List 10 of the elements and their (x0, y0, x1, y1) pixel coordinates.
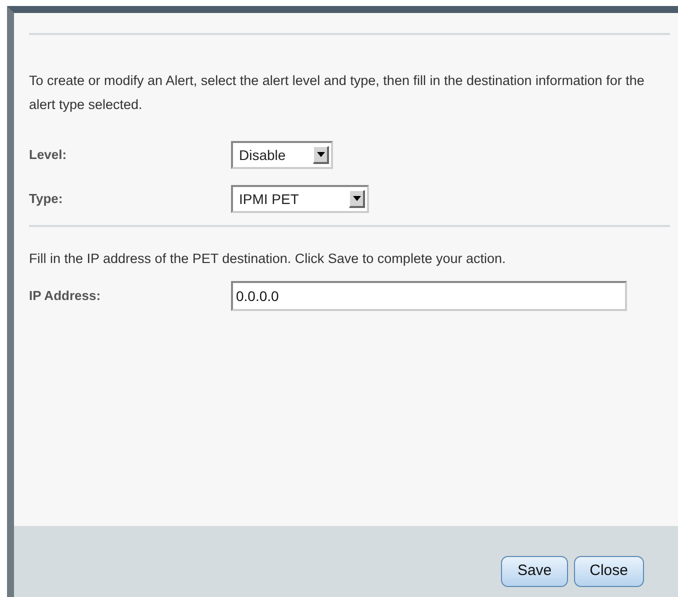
dropdown[interactable]: Disable (231, 141, 333, 169)
field-label: Level: (29, 146, 68, 164)
dialog-button[interactable]: Save (501, 556, 568, 587)
instructions-text: Fill in the IP address of the PET destination. Click Save to complete your action. (29, 250, 507, 268)
dropdown[interactable]: IPMI PET (231, 185, 369, 213)
field-label: Type: (29, 190, 64, 208)
field-label: IP Address: (29, 287, 102, 306)
intro-text: To create or modify an Alert, select the alert level and type, then fill in the destination information for the alert type selected. (29, 72, 646, 114)
ip-address-field[interactable]: 0.0.0.0 (231, 281, 627, 311)
dialog-button[interactable]: Close (574, 556, 644, 587)
